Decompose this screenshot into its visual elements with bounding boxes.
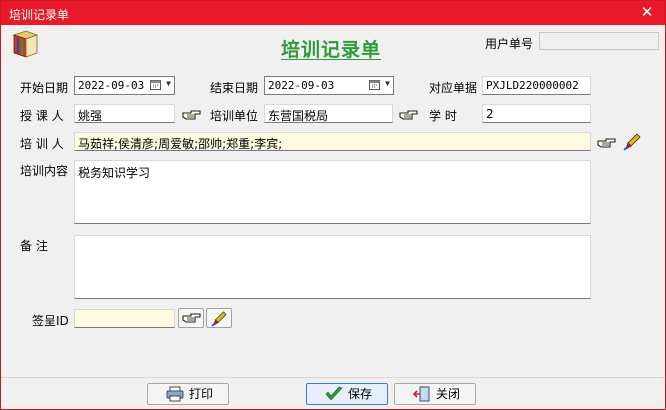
sign-id-label: 签呈ID — [32, 314, 69, 328]
calendar-icon — [150, 80, 161, 90]
content-textarea[interactable]: 税务知识学习 — [74, 160, 591, 224]
form-body: 开始日期 2022-09-03 ▼ 结束日期 2022-09-03 ▼ 对应单据… — [1, 65, 665, 377]
save-button[interactable]: 保存 — [306, 383, 388, 405]
start-date-label: 开始日期 — [20, 81, 69, 95]
dropdown-arrow-icon[interactable]: ▼ — [166, 79, 171, 88]
form-header: 培训记录单 用户单号 — [1, 25, 665, 65]
trainees-label: 培 训 人 — [20, 137, 64, 151]
start-date-picker[interactable]: 2022-09-03 ▼ — [74, 76, 175, 95]
edit-brush-icon[interactable] — [623, 133, 641, 151]
doc-no-label: 对应单据 — [429, 81, 478, 95]
window-title: 培训记录单 — [9, 8, 70, 22]
edit-brush-icon — [211, 311, 227, 327]
remark-textarea[interactable] — [74, 235, 591, 299]
pointing-hand-icon[interactable] — [399, 108, 419, 122]
sign-edit-button[interactable] — [206, 308, 232, 328]
end-date-picker[interactable]: 2022-09-03 ▼ — [264, 76, 394, 95]
button-bar: 打印 保存 关闭 — [1, 377, 665, 409]
remark-label: 备 注 — [20, 239, 48, 253]
teacher-field[interactable]: 姚强 — [74, 104, 175, 123]
close-button[interactable]: 关闭 — [394, 383, 476, 405]
sign-select-button[interactable] — [178, 308, 204, 328]
calendar-icon — [369, 80, 380, 90]
end-date-label: 结束日期 — [210, 81, 259, 95]
checkmark-icon — [325, 386, 343, 401]
printer-icon — [166, 386, 184, 402]
form-title: 培训记录单 — [281, 39, 382, 61]
training-record-window: 培训记录单 ✕ 培训记录单 用户单号 开始日期 2022-09-03 ▼ 结束日… — [0, 0, 666, 410]
pointing-hand-icon[interactable] — [182, 108, 202, 122]
title-bar: 培训记录单 ✕ — [1, 1, 665, 25]
user-no-field[interactable] — [539, 32, 659, 50]
teacher-label: 授 课 人 — [20, 109, 64, 123]
unit-label: 培训单位 — [210, 109, 259, 123]
print-button[interactable]: 打印 — [147, 383, 229, 405]
print-label: 打印 — [189, 387, 214, 401]
close-label: 关闭 — [436, 387, 461, 401]
content-label: 培训内容 — [20, 164, 69, 178]
close-window-button[interactable]: ✕ — [629, 1, 665, 25]
end-date-value: 2022-09-03 — [268, 79, 335, 92]
trainees-field[interactable]: 马茹祥;侯清彦;周爱敏;邵帅;郑重;李宾; — [74, 132, 591, 151]
doc-no-field[interactable]: PXJLD220000002 — [482, 76, 591, 95]
unit-field[interactable]: 东营国税局 — [264, 104, 393, 123]
save-label: 保存 — [348, 387, 373, 401]
exit-door-icon — [413, 386, 430, 402]
dropdown-arrow-icon[interactable]: ▼ — [385, 79, 390, 88]
app-logo-icon — [12, 30, 39, 58]
sign-id-field[interactable] — [74, 309, 175, 328]
pointing-hand-icon — [182, 313, 201, 323]
hours-field[interactable]: 2 — [482, 104, 591, 123]
hours-label: 学 时 — [429, 109, 457, 123]
user-no-label: 用户单号 — [485, 37, 534, 51]
start-date-value: 2022-09-03 — [78, 79, 145, 92]
pointing-hand-icon[interactable] — [597, 136, 617, 150]
